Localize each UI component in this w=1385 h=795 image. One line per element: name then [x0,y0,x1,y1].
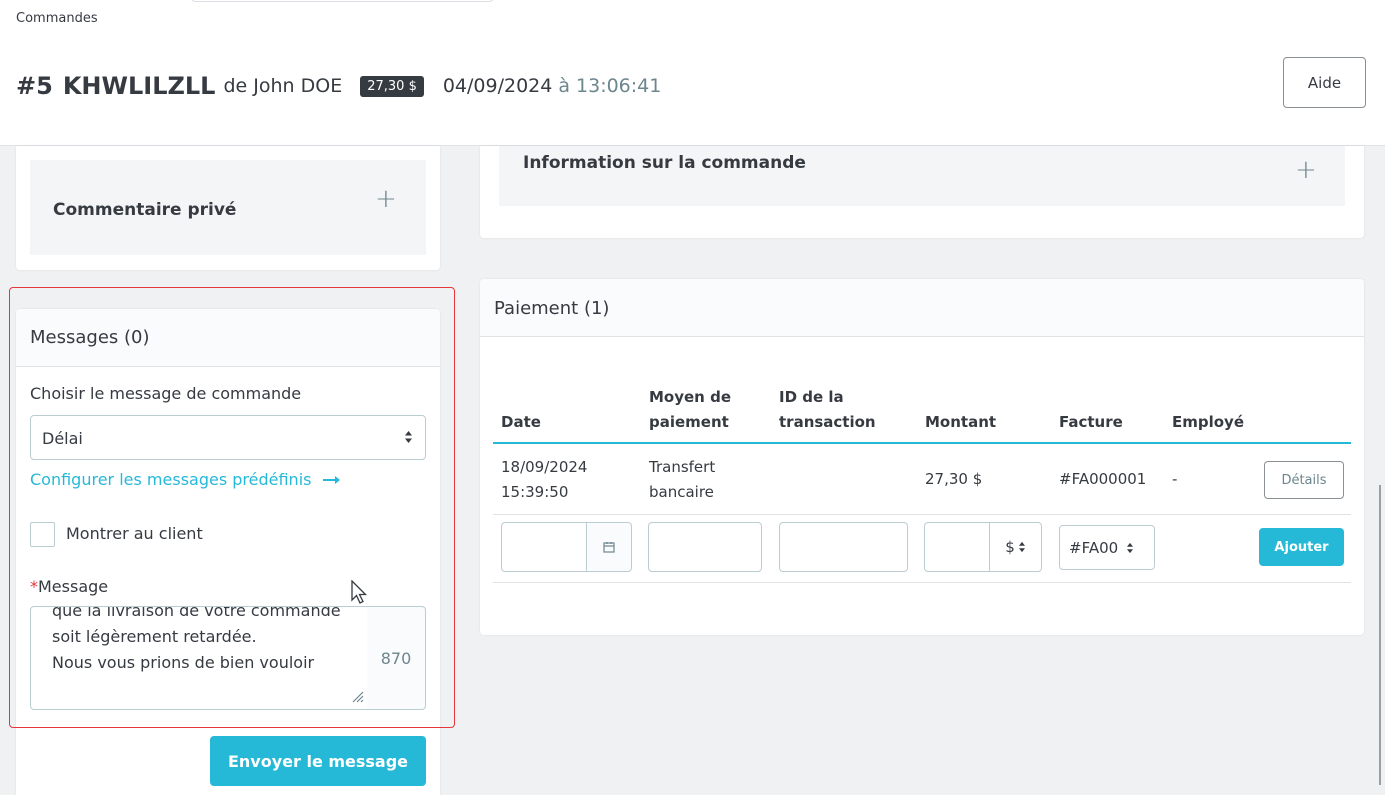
order-reference: KHWLILZLL [62,72,216,100]
payment-title: Paiement (1) [494,298,610,319]
column-header-transaction: ID de la transaction [779,388,876,431]
breadcrumb[interactable]: Commandes [16,11,98,26]
header-search-stub[interactable] [190,0,495,2]
payment-amount: 27,30 $ [925,470,983,488]
payment-method: Transfert bancaire [649,458,716,501]
column-header-employee: Employé [1172,413,1245,431]
order-info-title: Information sur la commande [523,153,806,173]
order-date-at: à [558,75,571,97]
currency-select[interactable]: $ [989,523,1041,571]
order-customer: de John DOE [223,75,343,97]
plus-icon[interactable]: + [1295,157,1317,183]
payment-date: 18/09/2024 15:39:50 [501,458,588,501]
page-header: Commandes #5 KHWLILZLL de John DOE 27,30… [0,0,1385,146]
private-comment-toggle[interactable]: Commentaire privé + [30,160,426,255]
payment-date-input[interactable] [501,522,632,572]
currency-select-value: $ [1005,538,1015,556]
payment-employee: - [1172,470,1178,488]
order-info-toggle[interactable]: Information sur la commande + [499,146,1345,206]
order-total-badge: 27,30 $ [360,75,424,97]
column-header-date: Date [501,413,541,431]
mouse-cursor-icon [350,579,368,610]
column-header-method: Moyen de paiement [649,388,731,431]
column-header-amount: Montant [925,413,997,431]
order-number: #5 [16,72,53,100]
private-comment-title: Commentaire privé [53,200,237,220]
order-date: 04/09/2024 [442,75,553,97]
invoice-select[interactable]: #FA00 [1059,525,1155,570]
table-header-divider [493,442,1351,444]
order-info-card: Information sur la commande + [480,146,1364,238]
row-divider [493,582,1351,583]
transaction-id-input[interactable] [779,522,908,572]
calendar-icon[interactable] [586,523,631,571]
payment-invoice: #FA000001 [1059,470,1147,488]
send-message-button[interactable]: Envoyer le message [210,736,426,786]
page-title: #5 KHWLILZLL de John DOE 27,30 $ 04/09/2… [16,66,661,106]
invoice-select-value: #FA00 [1069,538,1119,557]
row-divider [493,514,1351,515]
add-payment-button[interactable]: Ajouter [1259,528,1344,566]
payment-method-input[interactable] [648,522,762,572]
payment-card-header: Paiement (1) [480,279,1364,337]
payment-card: Paiement (1) Date Moyen de paiement ID d… [480,279,1364,635]
help-button[interactable]: Aide [1283,57,1366,108]
column-header-invoice: Facture [1059,413,1123,431]
messages-highlight-outline [9,287,455,728]
order-time: 13:06:41 [576,75,662,97]
sort-caret-icon [1126,542,1134,554]
scrollbar[interactable] [1379,485,1381,785]
payment-amount-input[interactable]: $ [924,522,1042,572]
plus-icon[interactable]: + [375,186,397,212]
private-comment-card: Commentaire privé + [16,146,440,270]
sort-caret-icon [1018,541,1026,553]
details-button[interactable]: Détails [1264,461,1344,499]
